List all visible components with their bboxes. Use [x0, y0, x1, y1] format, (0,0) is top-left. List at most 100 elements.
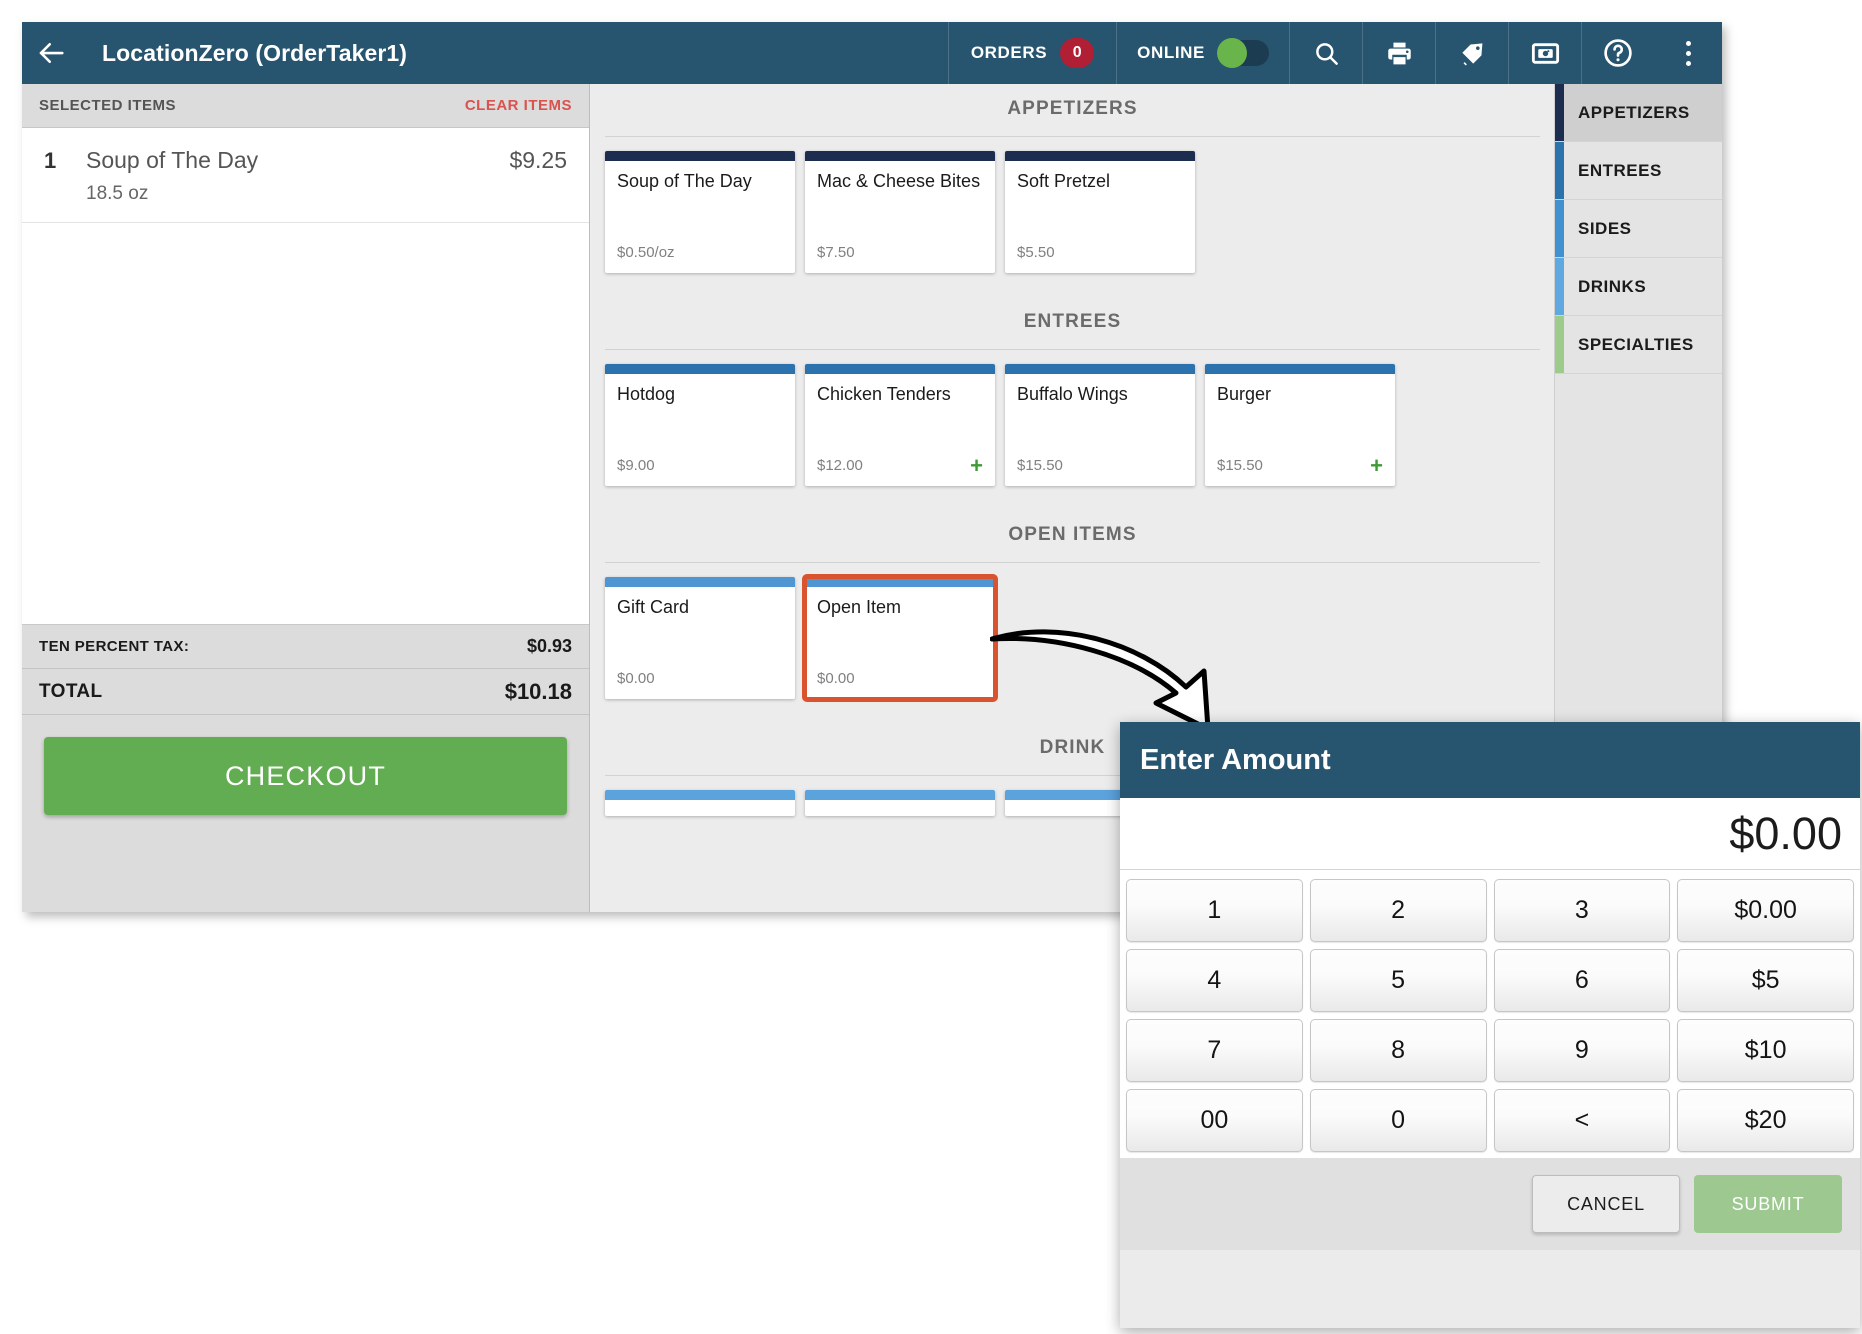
- toggle-knob: [1217, 38, 1247, 68]
- category-label: ENTREES: [1578, 160, 1662, 180]
- product-card-soup-of-the-day[interactable]: Soup of The Day $0.50/oz: [605, 151, 795, 273]
- overflow-menu-button[interactable]: [1654, 22, 1722, 84]
- key-1[interactable]: 1: [1126, 879, 1303, 942]
- order-line-item[interactable]: 1 Soup of The Day $9.25 18.5 oz: [22, 128, 589, 223]
- product-card-buffalo-wings[interactable]: Buffalo Wings $15.50: [1005, 364, 1195, 486]
- key-7[interactable]: 7: [1126, 1019, 1303, 1082]
- key-0[interactable]: 0: [1309, 1089, 1487, 1152]
- search-icon: [1313, 40, 1340, 67]
- product-price: $9.00: [617, 457, 655, 474]
- help-icon: [1602, 37, 1634, 69]
- product-name: Buffalo Wings: [1017, 384, 1128, 404]
- category-label: APPETIZERS: [1578, 102, 1690, 122]
- product-name: Soup of The Day: [617, 171, 752, 191]
- product-name: Hotdog: [617, 384, 676, 404]
- add-modifier-icon[interactable]: +: [1370, 455, 1383, 477]
- product-name: Chicken Tenders: [817, 384, 951, 404]
- online-toggle[interactable]: [1217, 38, 1269, 68]
- selected-items-label: SELECTED ITEMS: [39, 97, 177, 114]
- card-accent-bar: [805, 151, 995, 161]
- category-item-sides[interactable]: SIDES: [1555, 200, 1722, 258]
- overflow-menu-icon: [1685, 60, 1691, 66]
- category-item-entrees[interactable]: ENTREES: [1555, 142, 1722, 200]
- key-6[interactable]: 6: [1493, 949, 1671, 1012]
- product-card-row: Soup of The Day $0.50/oz Mac & Cheese Bi…: [603, 151, 1542, 297]
- product-price: $7.50: [817, 244, 855, 261]
- product-card-open-item[interactable]: Open Item $0.00: [802, 574, 998, 702]
- key-3[interactable]: 3: [1493, 879, 1671, 942]
- dialog-actions: CANCEL SUBMIT: [1120, 1158, 1860, 1250]
- print-button[interactable]: [1363, 22, 1435, 84]
- key-amount-5[interactable]: $5: [1677, 949, 1854, 1012]
- clear-items-button[interactable]: CLEAR ITEMS: [465, 97, 572, 114]
- category-accent: [1555, 258, 1564, 315]
- cancel-button[interactable]: CANCEL: [1532, 1175, 1680, 1233]
- search-button[interactable]: [1290, 22, 1362, 84]
- product-card-chicken-tenders[interactable]: Chicken Tenders $12.00 +: [805, 364, 995, 486]
- category-item-specialties[interactable]: SPECIALTIES: [1555, 316, 1722, 374]
- category-accent: [1555, 142, 1564, 199]
- amount-value: $0.00: [1729, 807, 1842, 859]
- key-amount-10[interactable]: $10: [1677, 1019, 1854, 1082]
- key-9[interactable]: 9: [1493, 1019, 1671, 1082]
- print-icon: [1385, 39, 1414, 68]
- key-5[interactable]: 5: [1309, 949, 1487, 1012]
- key-4[interactable]: 4: [1126, 949, 1303, 1012]
- order-totals: TEN PERCENT TAX: $0.93 TOTAL $10.18 CHEC…: [22, 625, 589, 841]
- product-card-hotdog[interactable]: Hotdog $9.00: [605, 364, 795, 486]
- product-card-gift-card[interactable]: Gift Card $0.00: [605, 577, 795, 699]
- card-accent-bar: [805, 364, 995, 374]
- order-item-qty: 1: [44, 148, 57, 173]
- tag-button[interactable]: [1436, 22, 1508, 84]
- key-amount-0[interactable]: $0.00: [1677, 879, 1854, 942]
- category-label: SIDES: [1578, 218, 1632, 238]
- add-modifier-icon[interactable]: +: [970, 455, 983, 477]
- product-card-row: Gift Card $0.00 Open Item $0.00: [603, 574, 1542, 723]
- product-price: $15.50: [1217, 457, 1263, 474]
- total-label: TOTAL: [39, 680, 103, 702]
- category-item-drinks[interactable]: DRINKS: [1555, 258, 1722, 316]
- product-name: Soft Pretzel: [1017, 171, 1111, 191]
- section-title-row: OPEN ITEMS: [603, 510, 1542, 562]
- amount-display[interactable]: $0.00: [1120, 798, 1860, 870]
- orders-button[interactable]: ORDERS 0: [949, 22, 1116, 84]
- checkout-button[interactable]: CHECKOUT: [44, 737, 567, 815]
- back-button[interactable]: [22, 22, 80, 84]
- submit-button[interactable]: SUBMIT: [1694, 1175, 1842, 1233]
- catalog-section-open-items: OPEN ITEMS Gift Card $0.00 Open Item $0.…: [591, 510, 1554, 723]
- category-accent: [1555, 316, 1564, 373]
- key-double-zero[interactable]: 00: [1126, 1089, 1303, 1152]
- key-2[interactable]: 2: [1309, 879, 1487, 942]
- category-item-appetizers[interactable]: APPETIZERS: [1555, 84, 1722, 142]
- key-amount-20[interactable]: $20: [1677, 1089, 1854, 1152]
- numeric-keypad: 1 2 3 $0.00 4 5 6 $5 7 8 9 $10 00 0 < $2…: [1120, 870, 1860, 1158]
- online-toggle-group[interactable]: ONLINE: [1117, 22, 1289, 84]
- product-card-burger[interactable]: Burger $15.50 +: [1205, 364, 1395, 486]
- order-panel-header: SELECTED ITEMS CLEAR ITEMS: [22, 84, 589, 128]
- order-item-name: Soup of The Day: [86, 147, 259, 173]
- product-card-soft-pretzel[interactable]: Soft Pretzel $5.50: [1005, 151, 1195, 273]
- key-8[interactable]: 8: [1309, 1019, 1487, 1082]
- key-backspace[interactable]: <: [1493, 1089, 1671, 1152]
- card-accent-bar: [1205, 364, 1395, 374]
- product-card-mac-and-cheese-bites[interactable]: Mac & Cheese Bites $7.50: [805, 151, 995, 273]
- camera-button[interactable]: [1509, 22, 1581, 84]
- help-button[interactable]: [1582, 22, 1654, 84]
- card-accent-bar: [605, 577, 795, 587]
- product-name: Gift Card: [617, 597, 690, 617]
- arrow-left-icon: [36, 38, 66, 68]
- product-price: $5.50: [1017, 244, 1055, 261]
- product-card-drink[interactable]: [805, 790, 995, 816]
- overflow-menu-icon: [1685, 50, 1691, 56]
- dialog-header: Enter Amount: [1120, 722, 1860, 798]
- tax-value: $0.93: [526, 636, 572, 656]
- order-items-list[interactable]: 1 Soup of The Day $9.25 18.5 oz: [22, 128, 589, 625]
- product-card-drink[interactable]: [605, 790, 795, 816]
- section-rule: [605, 136, 1540, 137]
- product-name: Burger: [1217, 384, 1272, 404]
- product-name: Mac & Cheese Bites: [817, 171, 981, 191]
- section-title: ENTREES: [1023, 311, 1122, 332]
- order-item-detail: 18.5 oz: [86, 183, 149, 204]
- catalog-section-entrees: ENTREES Hotdog $9.00 Chicken Tenders $12…: [591, 297, 1554, 510]
- card-accent-bar: [1005, 151, 1195, 161]
